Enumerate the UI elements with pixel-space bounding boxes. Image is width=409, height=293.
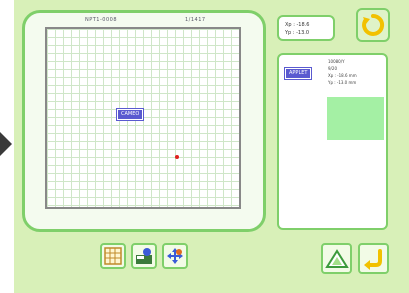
move-icon — [167, 248, 183, 264]
up-button[interactable] — [321, 243, 352, 274]
info-line-3: Xp : -18.6 mm — [328, 73, 357, 78]
info-line-1: 10080/Y — [328, 59, 345, 64]
pattern-info-panel: APPLET 10080/Y 9/20 Xp : -18.6 mm Yp : -… — [277, 53, 388, 230]
needle-position-marker — [175, 155, 179, 159]
coordinate-x: Xp : -18.6 — [285, 22, 310, 28]
side-arrow-icon — [0, 132, 12, 156]
enter-button[interactable] — [358, 243, 389, 274]
pattern-grid[interactable]: CAMEO — [45, 27, 241, 209]
frame-header: NPT1-0008 1/1417 — [85, 17, 235, 27]
move-button[interactable] — [162, 243, 188, 269]
grid-button[interactable] — [100, 243, 126, 269]
coordinate-display: Xp : -18.6 Yp : -13.0 — [277, 15, 335, 41]
pattern-label[interactable]: CAMEO — [117, 109, 144, 120]
pattern-preview-frame: NPT1-0008 1/1417 CAMEO — [22, 10, 266, 232]
bottom-toolbar — [100, 243, 188, 269]
thread-color-swatch — [327, 97, 384, 140]
abc-color-icon — [136, 248, 152, 264]
up-arrow-icon — [324, 248, 349, 268]
coordinate-y: Yp : -13.0 — [285, 30, 310, 36]
info-text: 10080/Y 9/20 Xp : -18.6 mm Yp : -13.0 mm — [328, 58, 357, 86]
info-line-4: Yp : -13.0 mm — [328, 80, 357, 85]
enter-icon — [363, 248, 382, 270]
rotate-button[interactable] — [356, 8, 390, 42]
info-line-2: 9/20 — [328, 66, 337, 71]
abc-color-button[interactable] — [131, 243, 157, 269]
grid-icon — [104, 247, 122, 265]
rotate-icon — [362, 13, 385, 36]
info-badge: APPLET — [285, 68, 312, 79]
frame-header-left: NPT1-0008 — [85, 17, 118, 23]
frame-header-right: 1/1417 — [185, 17, 206, 23]
